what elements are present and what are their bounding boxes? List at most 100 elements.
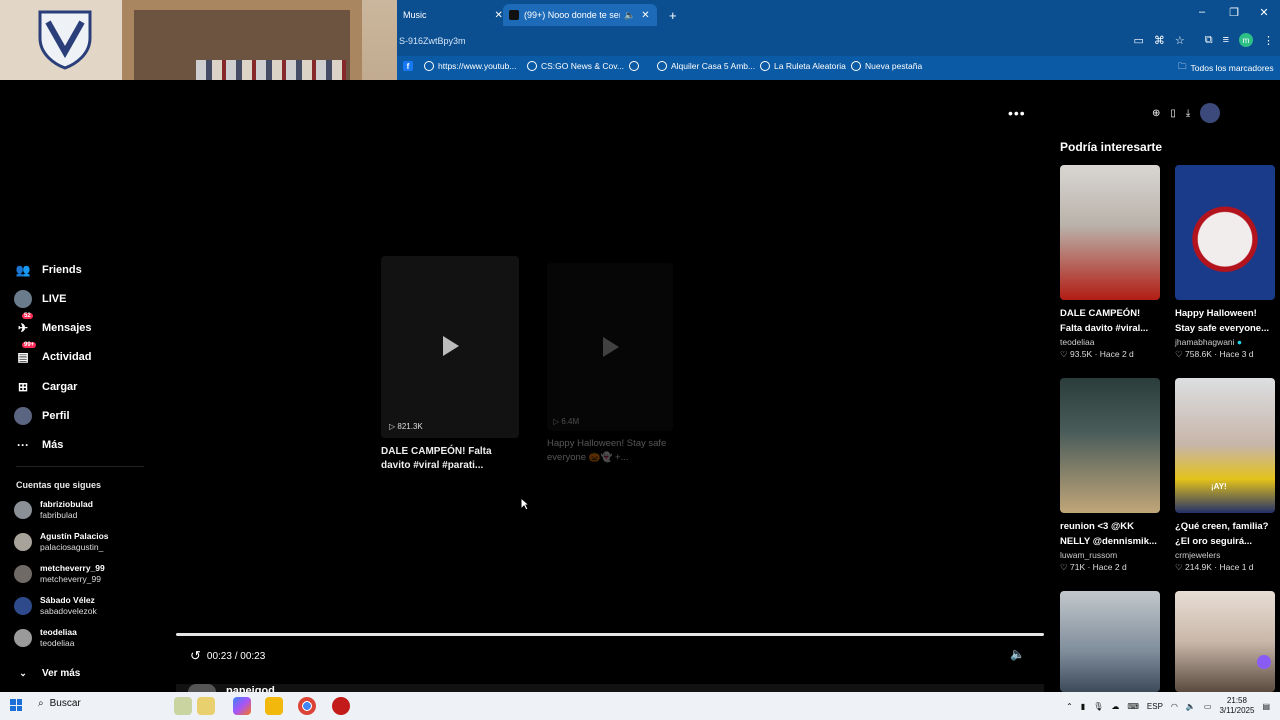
rec-author[interactable]: jhamabhagwani ●	[1175, 337, 1275, 347]
address-bar[interactable]: S-916ZwtBpy3m ▭ ⌘ ☆ ⧉ ≡ m ⋮	[397, 28, 1280, 56]
avatar	[14, 565, 32, 583]
close-icon[interactable]: ✕	[641, 10, 649, 21]
bookmark-csgo[interactable]: CS:GO News & Cov...	[527, 61, 624, 71]
new-tab-button[interactable]: +	[663, 4, 683, 26]
rec-card[interactable]: ¡AY! ¿Qué creen, familia? ¿El oro seguirá…	[1175, 378, 1275, 573]
tab-active-video[interactable]: (99+) Nooo donde te senta 🔈 ✕	[503, 4, 657, 26]
rec-thumbnail[interactable]: ¡AY!	[1175, 378, 1275, 513]
account-item[interactable]: Agustín Palacios palaciosagustin_	[14, 531, 109, 553]
replay-control[interactable]: ↺ 00:23 / 00:23	[190, 648, 265, 664]
account-item[interactable]: metcheverry_99 metcheverry_99	[14, 563, 105, 585]
device-icon[interactable]: ▯	[1170, 108, 1176, 119]
taskbar-search[interactable]: ⌕ Buscar	[38, 698, 81, 709]
chevron-up-icon[interactable]: ⌃	[1066, 702, 1073, 711]
widgets-icon[interactable]	[174, 697, 192, 715]
rec-author[interactable]: luwam_russom	[1060, 550, 1160, 560]
sidebar-item-messages[interactable]: ✈ 52 Mensajes	[14, 313, 92, 337]
sidebar-item-label: Cargar	[42, 381, 78, 393]
replay-icon[interactable]: ↺	[190, 648, 201, 664]
url-text[interactable]: S-916ZwtBpy3m	[399, 36, 466, 46]
video-progress-bar[interactable]	[176, 633, 1044, 636]
rec-thumbnail[interactable]	[1175, 165, 1275, 300]
see-more-button[interactable]: ⌄ Ver más	[14, 664, 80, 682]
rec-author[interactable]: teodeliaa	[1060, 337, 1160, 347]
bookmark-youtube[interactable]: https://www.youtub...	[424, 61, 516, 71]
all-bookmarks[interactable]: 🗀 Todos los marcadores	[1178, 61, 1274, 75]
account-name: teodeliaa	[40, 627, 77, 637]
media-icon[interactable]: ≡	[1223, 34, 1229, 46]
sidebar-item-activity[interactable]: ▤ 99+ Actividad	[14, 342, 92, 366]
rec-thumbnail[interactable]	[1175, 591, 1275, 692]
rec-card[interactable]	[1175, 591, 1275, 692]
app-icon[interactable]	[332, 697, 350, 715]
video-caption[interactable]: Happy Halloween! Stay safe everyone 🎃👻 +…	[547, 437, 666, 465]
search-icon: ⌕	[38, 698, 44, 709]
video-card[interactable]: ▷ 6.4M	[547, 263, 673, 431]
browser-tab-bar: Music ✕ (99+) Nooo donde te senta 🔈 ✕ + …	[397, 0, 1280, 28]
rec-thumbnail[interactable]	[1060, 165, 1160, 300]
tab-music[interactable]: Music ✕	[397, 4, 509, 26]
avatar	[14, 533, 32, 551]
kebab-menu-icon[interactable]: ⋮	[1263, 34, 1274, 47]
rec-author[interactable]: crmjewelers	[1175, 550, 1275, 560]
volume-tray-icon[interactable]: 🔈	[1186, 702, 1196, 711]
rec-card[interactable]	[1060, 591, 1160, 692]
bookmark-ruleta[interactable]: La Ruleta Aleatoria	[760, 61, 846, 71]
ai-assistant-icon[interactable]	[1257, 655, 1271, 669]
windows-start-icon[interactable]	[10, 699, 22, 711]
rec-card[interactable]: reunion <3 @KK NELLY @dennismik... luwam_…	[1060, 378, 1160, 573]
extensions-icon[interactable]: ⧉	[1205, 34, 1213, 47]
rec-thumbnail[interactable]	[1060, 378, 1160, 513]
sidebar-item-profile[interactable]: Perfil	[14, 407, 70, 425]
bookmark-alquiler[interactable]: Alquiler Casa 5 Amb...	[657, 61, 755, 71]
sidebar-item-live[interactable]: LIVE	[14, 290, 66, 308]
play-icon	[603, 337, 619, 357]
window-close-icon[interactable]: ✕	[1254, 6, 1274, 19]
live-icon	[14, 290, 32, 308]
sidebar-item-friends[interactable]: 👥 Friends	[14, 261, 82, 279]
bookmark-nueva[interactable]: Nueva pestaña	[851, 61, 922, 71]
taskview-icon[interactable]	[197, 697, 215, 715]
notifications-icon[interactable]: ▤	[1262, 702, 1270, 711]
download-icon[interactable]: ⤓	[1186, 108, 1190, 119]
sidebar-item-more[interactable]: ··· Más	[14, 436, 63, 454]
video-caption[interactable]: DALE CAMPEÓN! Falta davito #viral #parat…	[381, 445, 492, 473]
rec-card[interactable]: Happy Halloween! Stay safe everyone... jh…	[1175, 165, 1275, 360]
bookmark-blank[interactable]	[629, 61, 639, 71]
avatar[interactable]	[188, 684, 216, 692]
network-icon[interactable]: ▮	[1081, 702, 1085, 711]
language-indicator[interactable]: ESP	[1147, 702, 1163, 711]
account-item[interactable]: fabriziobulad fabribulad	[14, 499, 93, 521]
profile-avatar[interactable]: m	[1239, 33, 1253, 47]
video-card[interactable]: ▷ 821.3K	[381, 256, 519, 438]
close-icon[interactable]: ✕	[495, 10, 503, 21]
volume-icon[interactable]: 🔈	[1010, 647, 1025, 661]
keyboard-icon[interactable]: ⌨	[1127, 702, 1139, 711]
account-item[interactable]: teodeliaa teodeliaa	[14, 627, 77, 649]
speaker-icon[interactable]: 🔈	[624, 10, 635, 21]
mouse-cursor-icon	[520, 497, 530, 511]
rec-card[interactable]: DALE CAMPEÓN! Falta davito #viral... teod…	[1060, 165, 1160, 360]
recommendations-title: Podría interesarte	[1060, 140, 1163, 154]
clock[interactable]: 21:58 3/11/2025	[1219, 696, 1254, 716]
user-avatar[interactable]	[1200, 103, 1221, 123]
translate-icon[interactable]: ⌘	[1154, 34, 1165, 47]
coins-icon[interactable]: ⊕	[1152, 108, 1160, 119]
rec-thumbnail[interactable]	[1060, 591, 1160, 692]
more-options-icon[interactable]: •••	[1008, 105, 1026, 121]
sidebar-item-upload[interactable]: ⊞ Cargar	[14, 378, 78, 396]
minimize-icon[interactable]: –	[1192, 6, 1212, 18]
chrome-icon[interactable]	[298, 697, 316, 715]
cast-icon[interactable]: ▭	[1133, 34, 1143, 47]
wifi-icon[interactable]: ◠	[1171, 702, 1178, 711]
maximize-icon[interactable]: ❐	[1224, 6, 1244, 19]
copilot-icon[interactable]	[233, 697, 251, 715]
next-author[interactable]: paneigod	[226, 684, 275, 692]
mic-icon[interactable]: 🎙	[1093, 702, 1103, 711]
account-item[interactable]: Sábado Vélez sabadovelezok	[14, 595, 97, 617]
battery-icon[interactable]: ▭	[1204, 702, 1212, 711]
cloud-icon[interactable]: ☁	[1111, 702, 1119, 711]
facebook-bookmark[interactable]: f	[403, 61, 413, 71]
file-explorer-icon[interactable]	[265, 697, 283, 715]
star-icon[interactable]: ☆	[1175, 34, 1185, 47]
